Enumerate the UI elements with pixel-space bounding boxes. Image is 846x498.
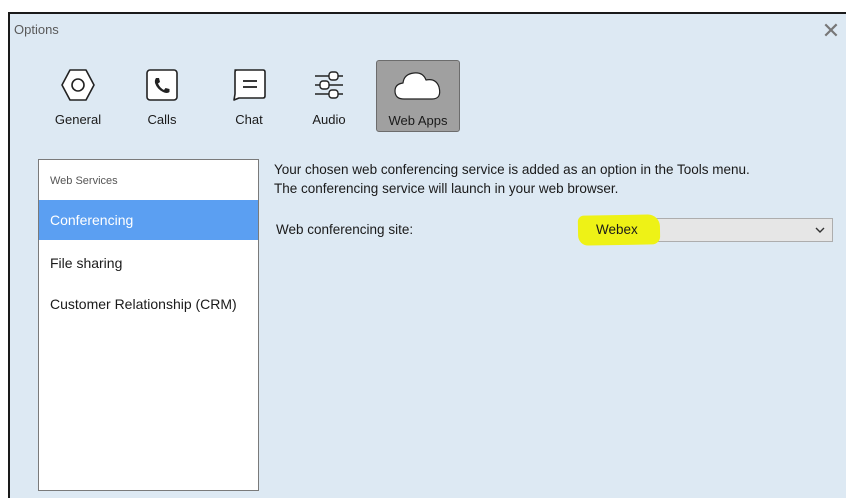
sliders-icon <box>315 71 343 99</box>
web-conferencing-site-select[interactable]: Webex <box>577 214 833 246</box>
tab-general[interactable]: General <box>48 60 108 132</box>
phone-icon <box>146 69 178 101</box>
description: Your chosen web conferencing service is … <box>274 160 844 198</box>
description-line-2: The conferencing service will launch in … <box>274 181 619 196</box>
sidebar-item-label: File sharing <box>50 255 123 271</box>
options-window: Options ✕ General Calls Chat Audio Web A… <box>8 12 846 498</box>
gear-icon <box>61 69 95 101</box>
title-bar: Options ✕ <box>10 14 846 46</box>
close-icon: ✕ <box>821 18 841 43</box>
sidebar-item-label: Conferencing <box>50 212 134 228</box>
tab-chat[interactable]: Chat <box>224 60 274 132</box>
web-conferencing-site-label: Web conferencing site: <box>276 222 414 237</box>
tab-calls[interactable]: Calls <box>134 60 190 132</box>
close-button[interactable]: ✕ <box>818 18 844 44</box>
chevron-down-icon <box>815 227 825 233</box>
sidebar-item-crm[interactable]: Customer Relationship (CRM) <box>39 284 258 324</box>
selected-value: Webex <box>596 222 638 237</box>
sidebar-header: Web Services <box>50 175 118 187</box>
sidebar-item-conferencing[interactable]: Conferencing <box>39 200 258 240</box>
web-services-list: Web Services Conferencing File sharing C… <box>38 159 259 491</box>
sidebar-item-label: Customer Relationship (CRM) <box>50 296 237 312</box>
cloud-icon <box>394 72 441 100</box>
description-line-1: Your chosen web conferencing service is … <box>274 162 750 177</box>
sidebar-item-file-sharing[interactable]: File sharing <box>39 243 258 283</box>
tab-audio[interactable]: Audio <box>304 60 354 132</box>
window-title: Options <box>14 22 59 37</box>
tab-web-apps[interactable]: Web Apps <box>376 60 460 132</box>
chat-bubble-icon <box>233 69 266 101</box>
